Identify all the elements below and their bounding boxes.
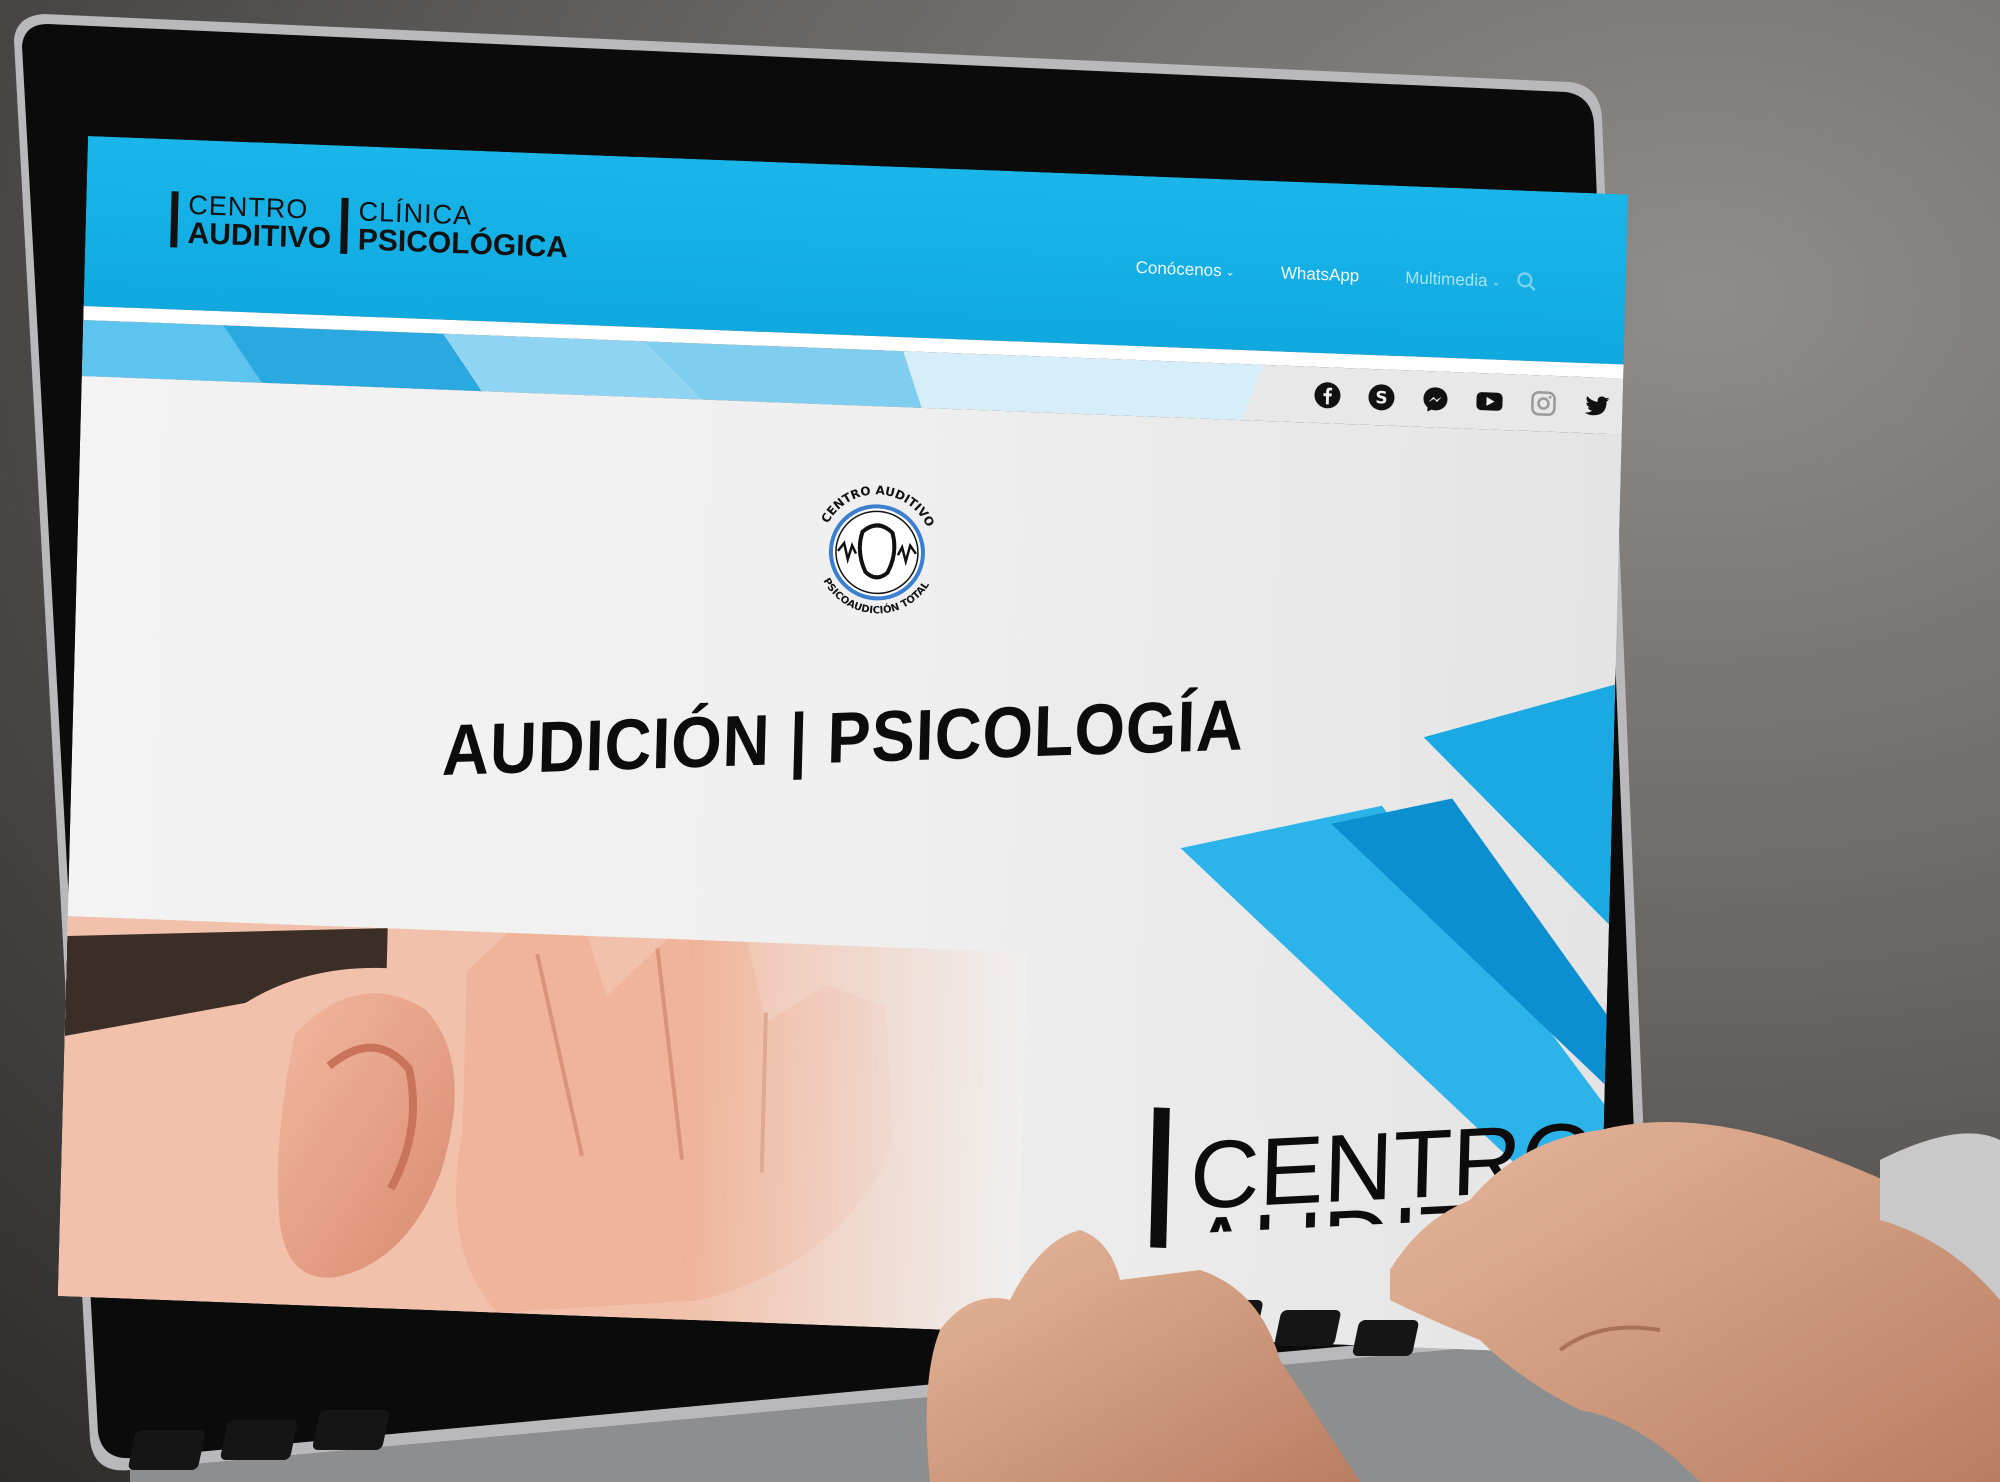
hero-brand-word: CENTRO AUDITIVO — [1187, 1106, 1622, 1300]
logo-bar — [170, 191, 178, 247]
messenger-icon[interactable] — [1420, 384, 1451, 415]
nav-label-conocenos: Conócenos — [1135, 257, 1222, 281]
logo-right-text: CLÍNICA PSICOLÓGICA — [358, 198, 569, 263]
logo-left-bottom: AUDITIVO — [187, 216, 332, 256]
logo-bar-2 — [341, 198, 349, 254]
hero-section: CENTRO AUDITIVO PSICOAUDICIÓN TOTAL AUDI… — [58, 376, 1622, 1355]
main-nav: Conócenos ⌄ WhatsApp Multimedia ⌄ — [1135, 258, 1501, 292]
centro-auditivo-emblem: CENTRO AUDITIVO PSICOAUDICIÓN TOTAL — [800, 472, 954, 628]
hero-brand-bar — [1150, 1107, 1170, 1248]
logo-left-text: CENTRO AUDITIVO — [187, 192, 332, 254]
nav-item-whatsapp[interactable]: WhatsApp — [1281, 263, 1360, 286]
facebook-icon[interactable] — [1312, 380, 1343, 411]
hero-brand-mark: CENTRO AUDITIVO — [1149, 1107, 1621, 1298]
search-icon[interactable] — [1515, 270, 1538, 293]
chevron-down-icon: ⌄ — [1225, 265, 1235, 279]
site-logo[interactable]: CENTRO AUDITIVO CLÍNICA PSICOLÓGICA — [170, 191, 569, 263]
nav-label-whatsapp: WhatsApp — [1280, 263, 1360, 286]
chevron-down-icon: ⌄ — [1491, 275, 1501, 289]
logo-right-bottom: PSICOLÓGICA — [357, 223, 569, 265]
svg-text:S: S — [1375, 388, 1388, 408]
nav-item-multimedia[interactable]: Multimedia ⌄ — [1405, 268, 1501, 292]
skype-icon[interactable]: S — [1366, 382, 1397, 413]
ear-hand-photo — [58, 916, 1028, 1332]
nav-label-multimedia: Multimedia — [1405, 268, 1488, 291]
instagram-icon[interactable] — [1528, 388, 1559, 419]
twitter-icon[interactable] — [1582, 390, 1613, 421]
youtube-icon[interactable] — [1474, 386, 1505, 417]
browser-screen: CENTRO AUDITIVO CLÍNICA PSICOLÓGICA Conó… — [58, 136, 1628, 1355]
nav-item-conocenos[interactable]: Conócenos ⌄ — [1135, 258, 1235, 282]
ear-illustration — [58, 916, 1028, 1332]
